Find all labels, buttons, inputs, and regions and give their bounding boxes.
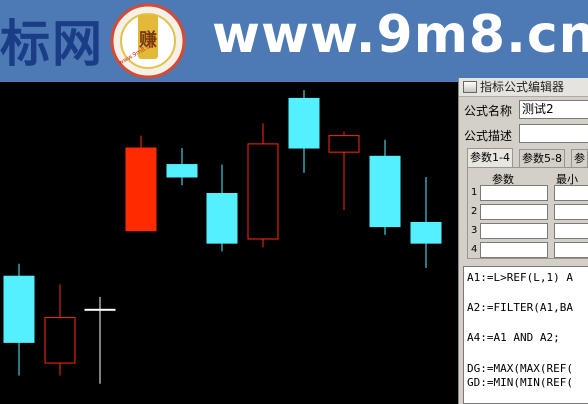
param-min-cell[interactable] [554,242,588,258]
candle-body[interactable] [44,317,76,364]
banner-site-text: 标网 [0,15,104,73]
param-row-number: 3 [471,225,478,236]
param-table: 参数 最小 1 2 3 4 [467,167,588,259]
param-value-cell[interactable] [480,204,548,220]
formula-name-label: 公式名称 [464,104,513,118]
window-icon [463,81,477,93]
formula-desc-input[interactable] [519,124,588,143]
banner-url: www.9m8.cn [212,5,588,65]
candlestick-chart[interactable] [0,82,458,404]
candle-body[interactable] [288,97,320,149]
candlestick-svg [3,90,442,384]
code-line: A4:=A1 AND A2; [467,331,560,344]
candle-body[interactable] [369,155,401,228]
param-min-cell[interactable] [554,204,588,220]
tab-params-more[interactable]: 参 [571,149,588,167]
candle-body[interactable] [84,308,116,311]
formula-code-editor[interactable]: A1:=L>REF(L,1) A A2:=FILTER(A1,BA A4:=A1… [463,266,588,404]
code-line: A2:=FILTER(A1,BA [467,301,573,314]
code-line: A1:=L>REF(L,1) A [467,271,573,284]
candle-body[interactable] [410,221,442,244]
candle-body[interactable] [125,147,157,232]
candle-body[interactable] [328,135,360,153]
param-row-number: 4 [471,244,478,255]
candle-body[interactable] [166,164,198,178]
candle-body[interactable] [206,193,238,244]
formula-desc-label: 公式描述 [464,129,513,143]
param-min-cell[interactable] [554,185,588,201]
param-row-number: 1 [471,187,478,198]
editor-title: 指标公式编辑器 [480,80,565,94]
candle-body[interactable] [247,143,279,240]
param-min-cell[interactable] [554,223,588,239]
tab-params-1-4[interactable]: 参数1-4 [467,148,513,167]
tab-params-5-8[interactable]: 参数5-8 [519,149,565,167]
param-row-number: 2 [471,206,478,217]
code-line: DG:=MAX(MAX(REF( [467,362,573,375]
param-value-cell[interactable] [480,242,548,258]
param-value-cell[interactable] [480,223,548,239]
param-tabs: 参数1-4 参数5-8 参 [467,148,588,167]
watermark-banner: 标网 赚 www.9m8.cn www.9m8.cn [0,0,588,82]
param-value-cell[interactable] [480,185,548,201]
logo-icon: 赚 www.9m8.cn [110,3,186,79]
candle-body[interactable] [3,275,35,343]
formula-name-input[interactable]: 测试2 [519,100,588,119]
code-line: GD:=MIN(MIN(REF( [467,376,573,389]
editor-title-bar[interactable]: 指标公式编辑器 [459,78,588,97]
formula-editor-panel: 指标公式编辑器 公式名称 测试2 公式描述 参数1-4 参数5-8 参 参数 最… [458,78,588,404]
